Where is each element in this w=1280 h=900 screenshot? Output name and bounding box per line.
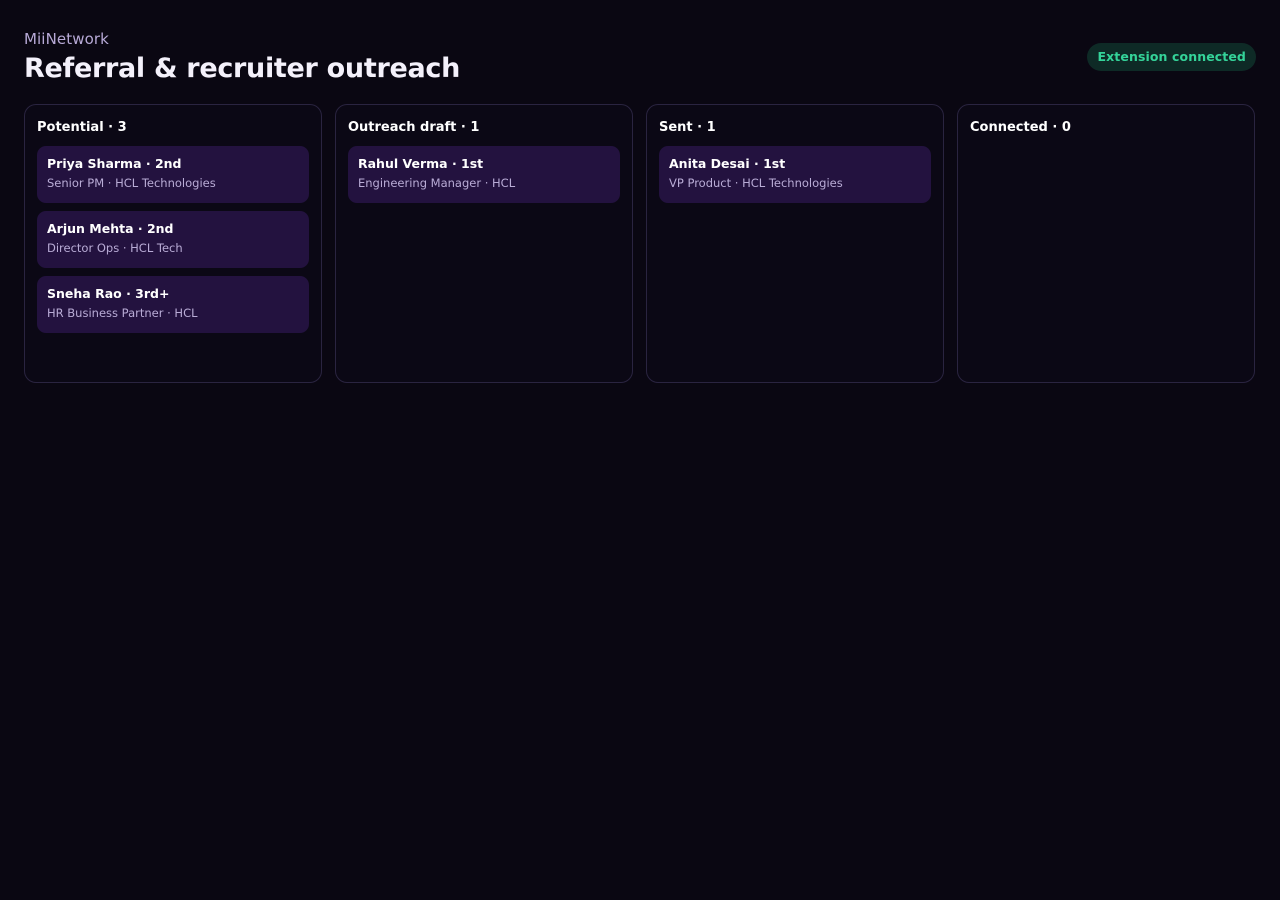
column-connected: Connected · 0 [957,104,1255,383]
column-potential: Potential · 3 Priya Sharma · 2nd Senior … [24,104,322,383]
contact-card[interactable]: Sneha Rao · 3rd+ HR Business Partner · H… [37,276,309,333]
contact-card[interactable]: Arjun Mehta · 2nd Director Ops · HCL Tec… [37,211,309,268]
contact-name: Priya Sharma · 2nd [47,156,182,171]
contact-name: Sneha Rao · 3rd+ [47,286,170,301]
contact-role: Senior PM · HCL Technologies [47,176,216,190]
column-title: Connected · 0 [970,120,1071,135]
contact-role: HR Business Partner · HCL [47,306,198,320]
contact-card[interactable]: Anita Desai · 1st VP Product · HCL Techn… [659,146,931,203]
column-outreach-draft: Outreach draft · 1 Rahul Verma · 1st Eng… [335,104,633,383]
contact-role: Engineering Manager · HCL [358,176,516,190]
extension-status-badge: Extension connected [1087,43,1256,71]
contact-role: VP Product · HCL Technologies [669,176,843,190]
page: MiiNetwork Referral & recruiter outreach… [0,0,1280,900]
contact-card[interactable]: Priya Sharma · 2nd Senior PM · HCL Techn… [37,146,309,203]
column-title: Sent · 1 [659,120,716,135]
app-name: MiiNetwork [24,30,109,48]
header: MiiNetwork Referral & recruiter outreach… [24,30,1256,104]
column-title: Potential · 3 [37,120,127,135]
contact-name: Rahul Verma · 1st [358,156,484,171]
kanban-board: Potential · 3 Priya Sharma · 2nd Senior … [24,104,1256,383]
contact-card[interactable]: Rahul Verma · 1st Engineering Manager · … [348,146,620,203]
column-sent: Sent · 1 Anita Desai · 1st VP Product · … [646,104,944,383]
contact-role: Director Ops · HCL Tech [47,241,183,255]
page-title: Referral & recruiter outreach [24,53,461,84]
contact-name: Anita Desai · 1st [669,156,786,171]
contact-name: Arjun Mehta · 2nd [47,221,174,236]
column-title: Outreach draft · 1 [348,120,480,135]
